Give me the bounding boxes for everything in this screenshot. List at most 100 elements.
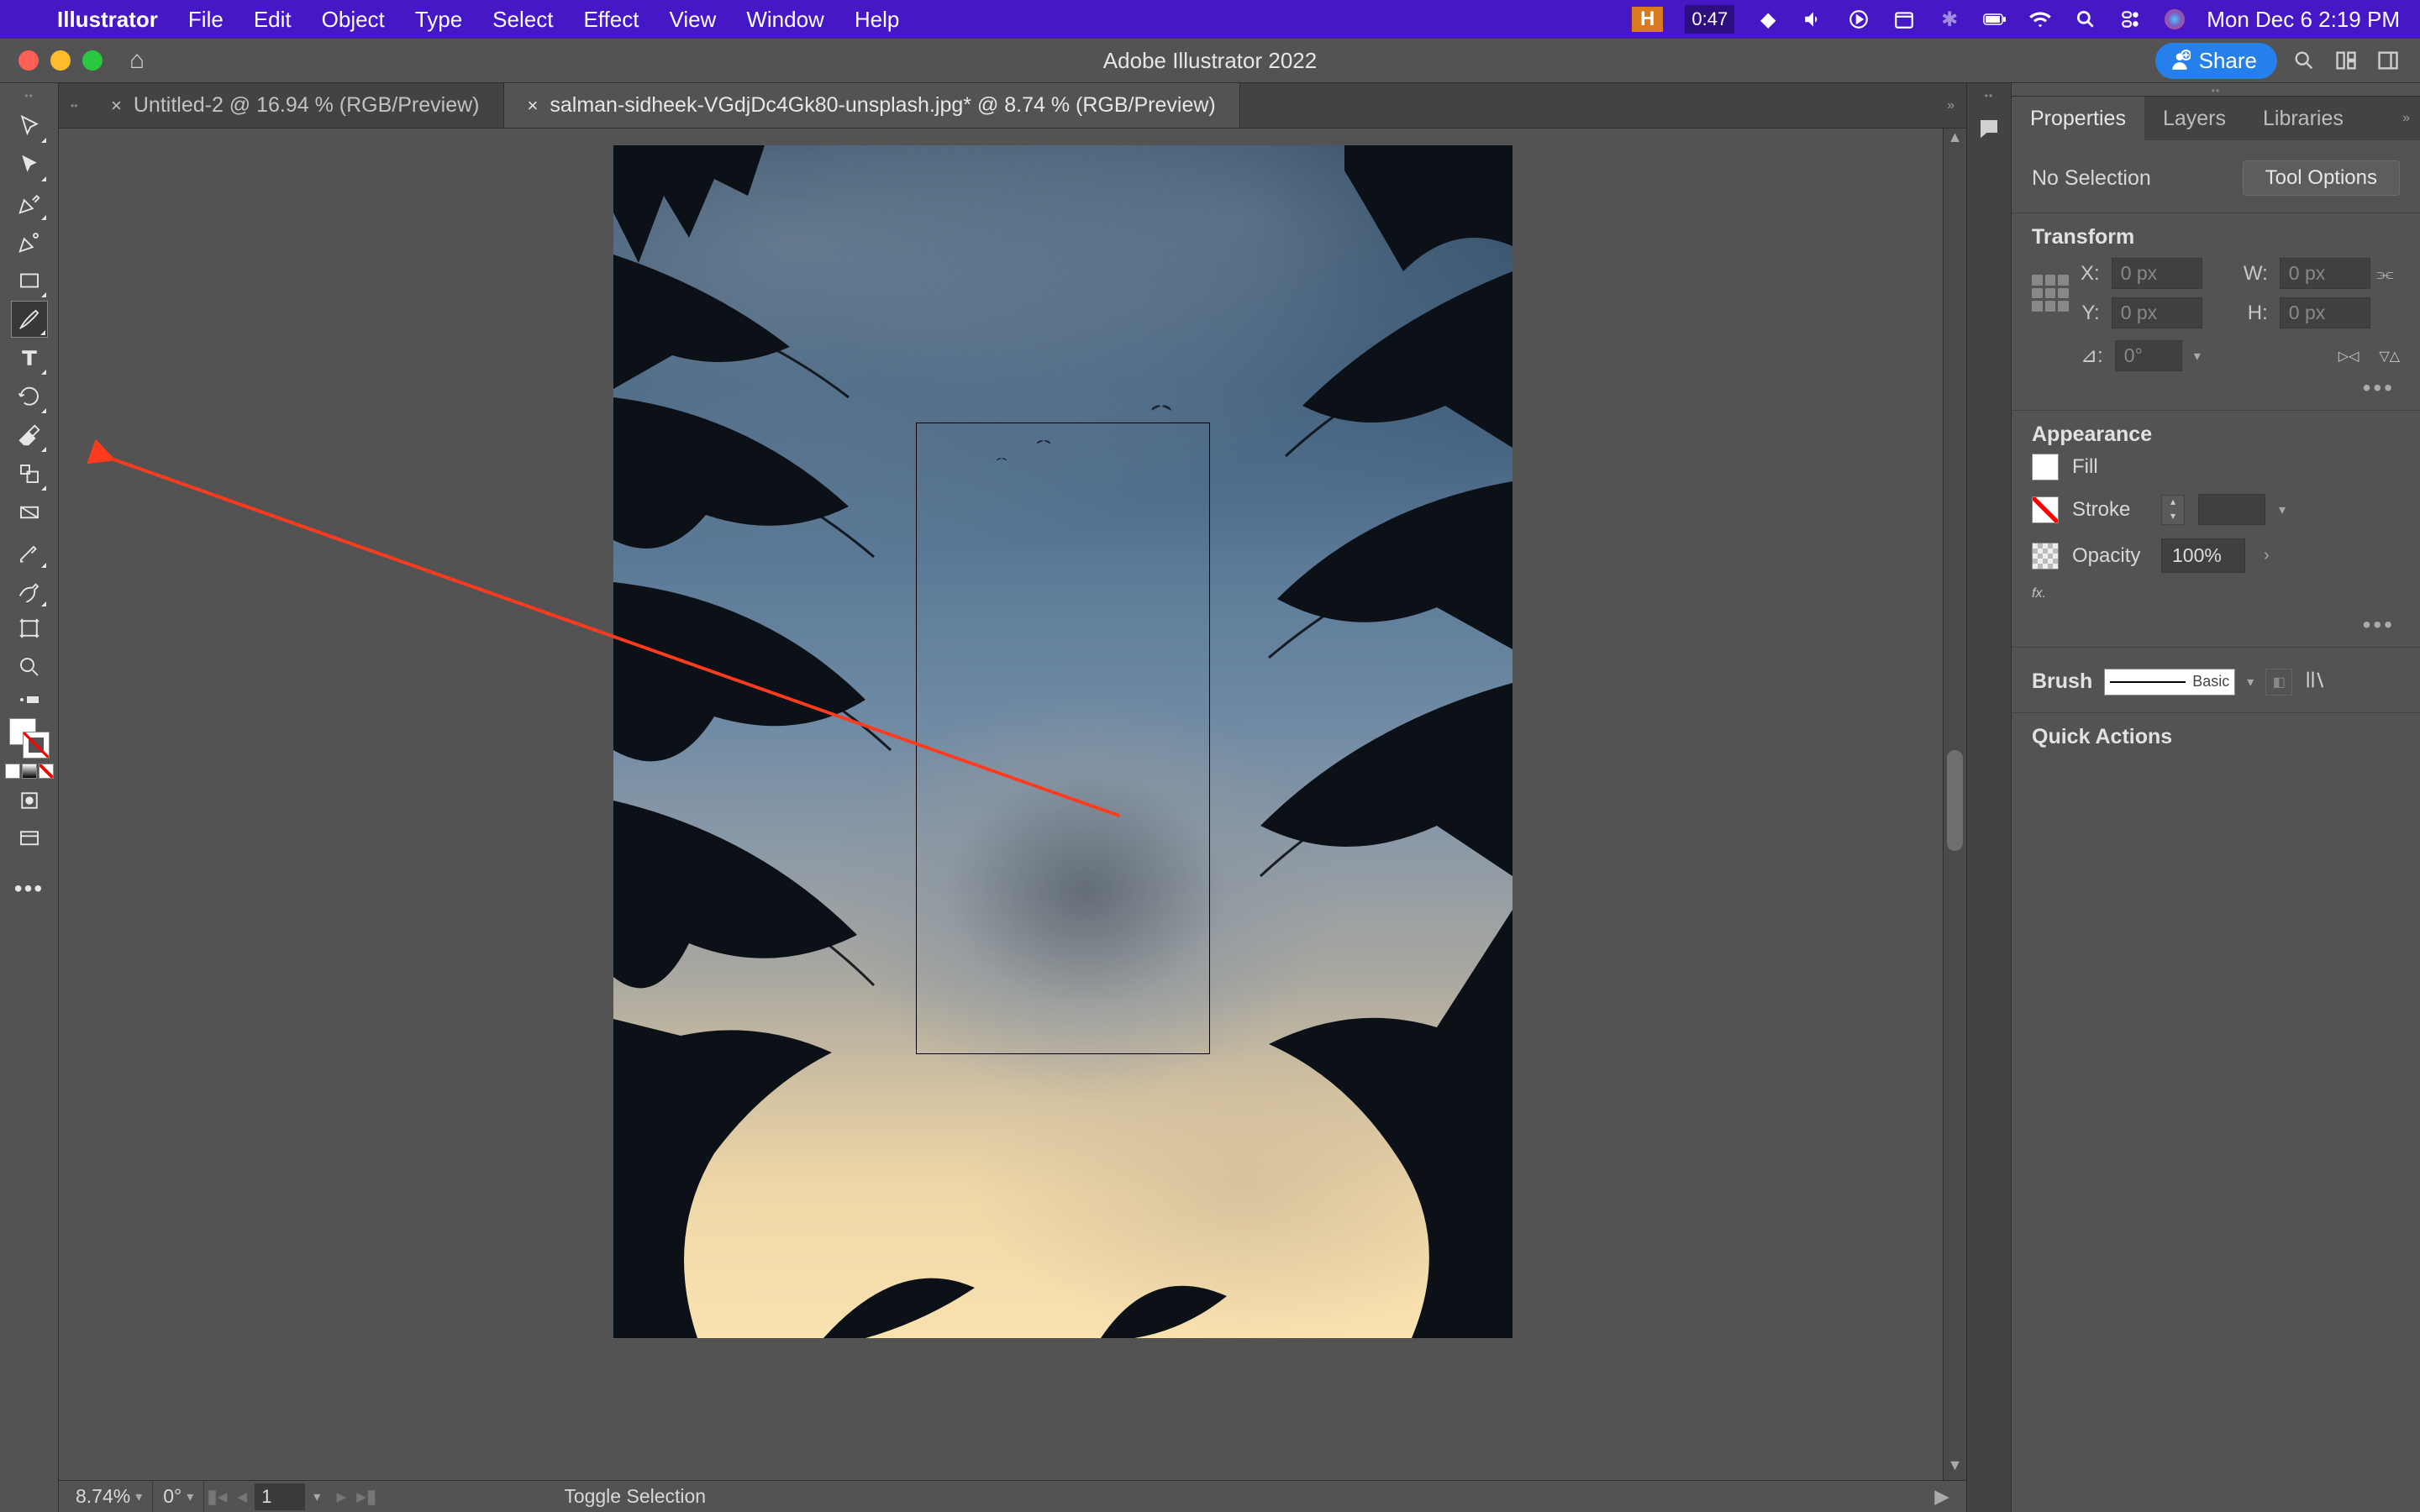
brush-preset-selector[interactable]: Basic bbox=[2104, 669, 2235, 696]
h-input[interactable] bbox=[2280, 297, 2370, 328]
close-tab-icon[interactable]: × bbox=[111, 95, 122, 117]
minimize-window-button[interactable] bbox=[50, 50, 71, 71]
x-input[interactable] bbox=[2112, 258, 2202, 289]
menu-window[interactable]: Window bbox=[731, 7, 839, 33]
fill-stroke-swatches[interactable] bbox=[9, 718, 50, 759]
eyedropper-tool[interactable] bbox=[11, 533, 48, 570]
spotlight-icon[interactable] bbox=[2074, 8, 2097, 31]
tool-options-button[interactable]: Tool Options bbox=[2243, 160, 2400, 196]
w-input[interactable] bbox=[2280, 258, 2370, 289]
screen-mode-button[interactable] bbox=[11, 821, 48, 858]
menu-help[interactable]: Help bbox=[839, 7, 914, 33]
layers-tab[interactable]: Layers bbox=[2144, 97, 2244, 140]
rotate-tool[interactable] bbox=[11, 378, 48, 415]
share-button[interactable]: Share bbox=[2155, 43, 2277, 79]
scale-tool[interactable] bbox=[11, 455, 48, 492]
volume-icon[interactable] bbox=[1802, 8, 1825, 31]
constrain-proportions-icon[interactable]: ⫘ bbox=[2377, 263, 2394, 285]
search-button[interactable] bbox=[2289, 45, 2319, 76]
direct-selection-tool[interactable] bbox=[11, 146, 48, 183]
prev-artboard-button[interactable]: ◂ bbox=[229, 1485, 255, 1508]
control-center-icon[interactable] bbox=[2119, 8, 2143, 31]
fill-swatch[interactable] bbox=[2032, 454, 2059, 480]
opacity-input[interactable] bbox=[2161, 538, 2245, 573]
rotate-dropdown-icon[interactable]: ▾ bbox=[2194, 348, 2201, 365]
eraser-tool[interactable] bbox=[11, 417, 48, 454]
status-menu-icon[interactable]: ▶ bbox=[1934, 1485, 1960, 1508]
recording-timer[interactable]: 0:47 bbox=[1685, 5, 1734, 34]
color-mode-none[interactable] bbox=[39, 764, 54, 779]
toolbar-grip[interactable]: •• bbox=[18, 90, 40, 98]
arrange-documents-button[interactable] bbox=[2331, 45, 2361, 76]
stroke-swatch[interactable] bbox=[2032, 496, 2059, 523]
document-tab-2[interactable]: × salman-sidheek-VGdjDc4Gk80-unsplash.jp… bbox=[504, 83, 1240, 128]
menu-select[interactable]: Select bbox=[477, 7, 568, 33]
menu-type[interactable]: Type bbox=[400, 7, 477, 33]
hand-tool[interactable] bbox=[11, 687, 48, 712]
brush-libraries-icon[interactable] bbox=[2304, 668, 2328, 696]
effects-fx-label[interactable]: fx. bbox=[2032, 586, 2046, 601]
maximize-window-button[interactable] bbox=[82, 50, 103, 71]
tabs-overflow-icon[interactable]: » bbox=[1935, 83, 1966, 128]
recording-badge[interactable]: H bbox=[1632, 7, 1663, 32]
curvature-tool[interactable] bbox=[11, 223, 48, 260]
close-window-button[interactable] bbox=[18, 50, 39, 71]
artboard-dropdown[interactable]: ▾ bbox=[305, 1488, 329, 1505]
battery-icon[interactable] bbox=[1983, 8, 2007, 31]
flip-vertical-icon[interactable]: ▽△ bbox=[2379, 348, 2400, 365]
close-tab-icon[interactable]: × bbox=[528, 95, 539, 117]
document-tab-1[interactable]: × Untitled-2 @ 16.94 % (RGB/Preview) bbox=[87, 83, 504, 128]
home-icon[interactable]: ⌂ bbox=[129, 46, 145, 75]
color-mode-solid[interactable] bbox=[5, 764, 20, 779]
libraries-tab[interactable]: Libraries bbox=[2244, 97, 2362, 140]
scroll-up-icon[interactable]: ▲ bbox=[1944, 129, 1966, 152]
scrollbar-thumb[interactable] bbox=[1947, 750, 1963, 851]
scroll-down-icon[interactable]: ▼ bbox=[1944, 1457, 1966, 1480]
draw-mode-button[interactable] bbox=[11, 782, 48, 819]
rotate-view-field[interactable]: 0°▾ bbox=[153, 1481, 204, 1512]
first-artboard-button[interactable]: ▮◂ bbox=[204, 1485, 229, 1508]
menu-effect[interactable]: Effect bbox=[568, 7, 654, 33]
wifi-icon[interactable] bbox=[2028, 8, 2052, 31]
rectangle-tool[interactable] bbox=[11, 262, 48, 299]
pen-tool[interactable] bbox=[11, 185, 48, 222]
panel-overflow-icon[interactable]: » bbox=[2392, 97, 2420, 140]
dock-grip[interactable]: •• bbox=[1985, 90, 1993, 102]
transform-more-icon[interactable]: ••• bbox=[2032, 371, 2400, 402]
selection-tool[interactable] bbox=[11, 108, 48, 144]
y-input[interactable] bbox=[2112, 297, 2202, 328]
last-artboard-button[interactable]: ▸▮ bbox=[354, 1485, 379, 1508]
brush-options-icon[interactable]: ◧ bbox=[2265, 669, 2292, 696]
appearance-more-icon[interactable]: ••• bbox=[2032, 608, 2400, 638]
opacity-swatch[interactable] bbox=[2032, 543, 2059, 570]
artboard-tool[interactable] bbox=[11, 610, 48, 647]
edit-toolbar-button[interactable]: ••• bbox=[14, 875, 44, 902]
rotate-input[interactable] bbox=[2115, 340, 2182, 371]
play-circle-icon[interactable] bbox=[1847, 8, 1870, 31]
reference-point-widget[interactable] bbox=[2032, 275, 2069, 312]
vertical-scrollbar[interactable]: ▲ ▼ bbox=[1943, 129, 1966, 1480]
menu-object[interactable]: Object bbox=[307, 7, 400, 33]
stroke-weight-stepper[interactable]: ▴▾ bbox=[2161, 495, 2185, 525]
menu-edit[interactable]: Edit bbox=[239, 7, 307, 33]
canvas[interactable]: ▲ ▼ bbox=[59, 129, 1966, 1480]
date-icon[interactable] bbox=[1892, 8, 1916, 31]
stroke-swatch[interactable] bbox=[23, 732, 50, 759]
bluetooth-off-icon[interactable]: ✱ bbox=[1938, 8, 1961, 31]
brush-dropdown-icon[interactable]: ▾ bbox=[2247, 674, 2254, 690]
comments-panel-icon[interactable] bbox=[1972, 113, 2006, 144]
tabs-grip[interactable]: •• bbox=[71, 83, 87, 128]
workspace-switcher-button[interactable] bbox=[2373, 45, 2403, 76]
stroke-weight-input[interactable] bbox=[2198, 494, 2265, 525]
gradient-tool[interactable] bbox=[11, 494, 48, 531]
flip-horizontal-icon[interactable]: ▷◁ bbox=[2338, 348, 2360, 365]
shape-builder-tool[interactable] bbox=[11, 571, 48, 608]
artboard-number-input[interactable] bbox=[255, 1483, 305, 1510]
stroke-weight-dropdown-icon[interactable]: ▾ bbox=[2279, 501, 2286, 518]
zoom-tool[interactable] bbox=[11, 648, 48, 685]
color-mode-gradient[interactable] bbox=[22, 764, 37, 779]
panel-grip[interactable]: •• bbox=[2012, 83, 2420, 97]
paintbrush-tool[interactable] bbox=[11, 301, 48, 338]
app-name[interactable]: Illustrator bbox=[42, 7, 173, 33]
menu-file[interactable]: File bbox=[173, 7, 239, 33]
